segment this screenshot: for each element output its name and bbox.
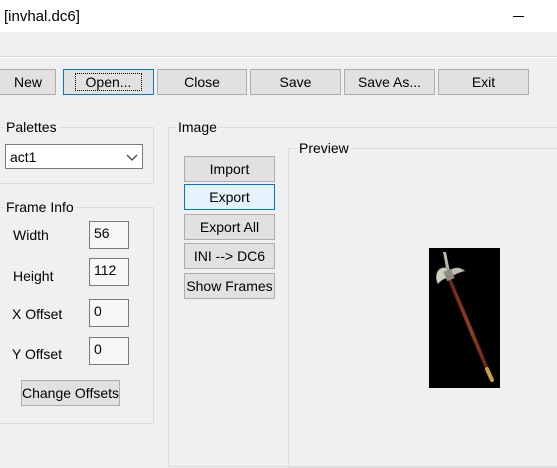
open-button[interactable]: Open... bbox=[63, 69, 154, 95]
window-title: [invhal.dc6] bbox=[4, 8, 80, 25]
export-button[interactable]: Export bbox=[184, 184, 275, 210]
export-all-button[interactable]: Export All bbox=[184, 214, 275, 240]
open-button-label: Open... bbox=[74, 73, 143, 91]
export-button-label: Export bbox=[209, 189, 250, 205]
palettes-label: Palettes bbox=[4, 119, 59, 135]
change-offsets-label: Change Offsets bbox=[21, 385, 120, 401]
app-window: [invhal.dc6] New Open... Close Save Save… bbox=[0, 0, 557, 468]
preview-group bbox=[288, 148, 557, 468]
preview-label: Preview bbox=[297, 140, 351, 156]
ini-to-dc6-button[interactable]: INI --> DC6 bbox=[184, 243, 275, 269]
x-offset-label: X Offset bbox=[12, 306, 63, 322]
chevron-down-icon bbox=[126, 154, 138, 161]
height-label: Height bbox=[13, 268, 54, 284]
close-button[interactable]: Close bbox=[157, 69, 247, 95]
save-as-button-label: Save As... bbox=[357, 74, 422, 90]
palette-select[interactable]: act1 bbox=[5, 144, 143, 169]
save-button-label: Save bbox=[279, 74, 312, 90]
save-as-button[interactable]: Save As... bbox=[344, 69, 435, 95]
x-offset-value: 0 bbox=[94, 303, 102, 319]
y-offset-value: 0 bbox=[94, 341, 102, 357]
save-button[interactable]: Save bbox=[250, 69, 341, 95]
x-offset-field[interactable]: 0 bbox=[89, 299, 129, 327]
image-label: Image bbox=[176, 119, 219, 135]
y-offset-field[interactable]: 0 bbox=[89, 337, 129, 365]
export-all-button-label: Export All bbox=[199, 219, 260, 235]
exit-button[interactable]: Exit bbox=[438, 69, 529, 95]
show-frames-button-label: Show Frames bbox=[186, 278, 273, 294]
height-field[interactable]: 112 bbox=[89, 258, 129, 286]
close-button-label: Close bbox=[184, 74, 220, 90]
preview-image bbox=[429, 248, 500, 388]
show-frames-button[interactable]: Show Frames bbox=[184, 273, 275, 299]
import-button-label: Import bbox=[209, 161, 250, 177]
new-button[interactable]: New bbox=[0, 69, 56, 95]
width-label: Width bbox=[13, 227, 49, 243]
separator bbox=[0, 57, 557, 58]
change-offsets-button[interactable]: Change Offsets bbox=[21, 380, 120, 406]
title-bar: [invhal.dc6] bbox=[0, 0, 557, 32]
width-field[interactable]: 56 bbox=[89, 221, 129, 249]
new-button-label: New bbox=[13, 74, 42, 90]
halberd-item-icon bbox=[436, 252, 494, 382]
ini-to-dc6-button-label: INI --> DC6 bbox=[193, 248, 266, 264]
frame-info-label: Frame Info bbox=[4, 199, 76, 215]
exit-button-label: Exit bbox=[471, 74, 496, 90]
import-button[interactable]: Import bbox=[184, 156, 275, 182]
width-value: 56 bbox=[94, 225, 110, 241]
height-value: 112 bbox=[94, 262, 117, 278]
palette-select-value: act1 bbox=[10, 149, 37, 165]
y-offset-label: Y Offset bbox=[12, 346, 63, 362]
minimize-button[interactable] bbox=[496, 0, 542, 32]
